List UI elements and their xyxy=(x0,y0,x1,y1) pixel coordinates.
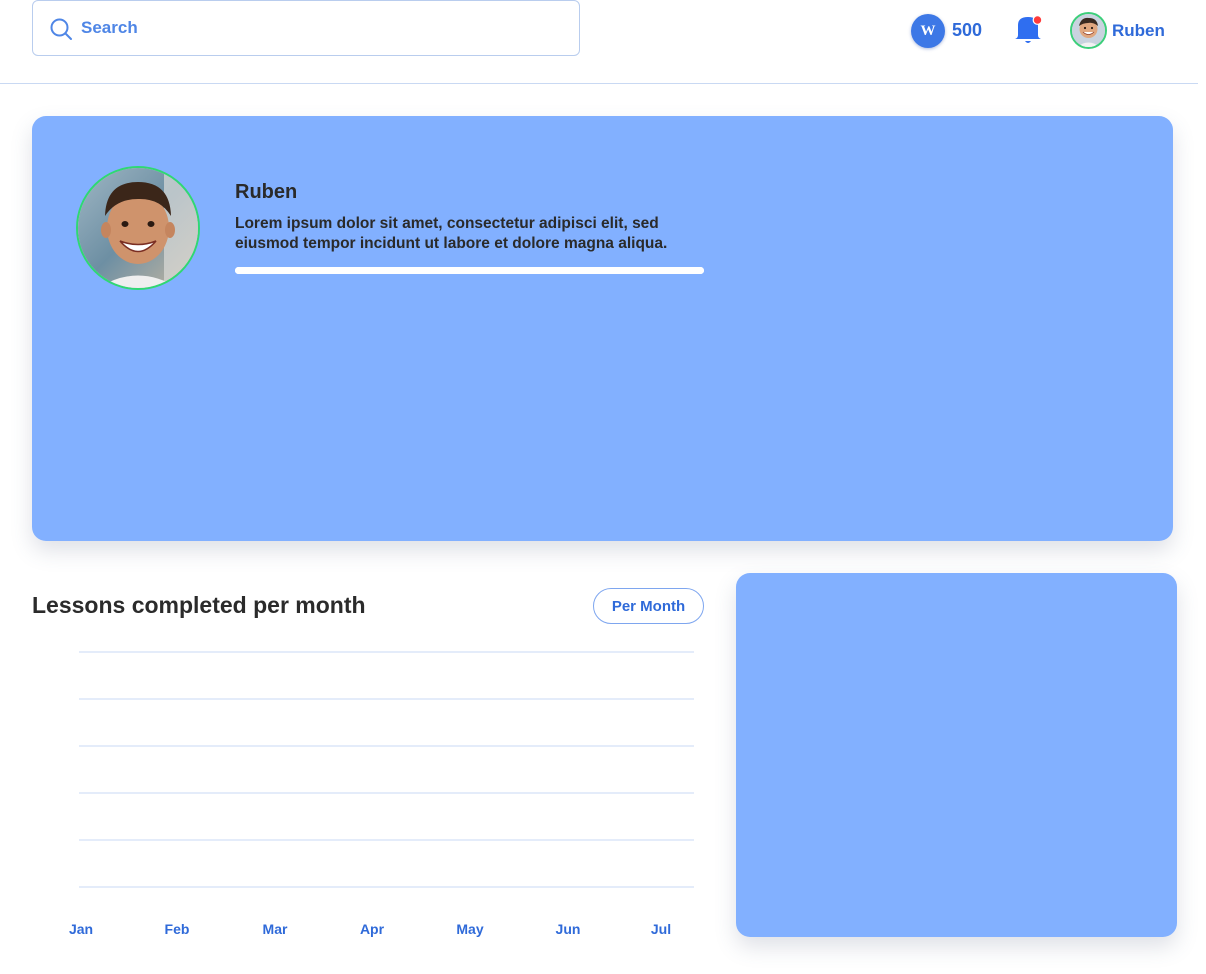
coin-icon: W xyxy=(911,14,945,48)
x-tick-label: Jul xyxy=(651,921,671,937)
user-avatar[interactable] xyxy=(1070,12,1107,49)
notification-bell-icon[interactable] xyxy=(1015,14,1043,46)
profile-progress-bar xyxy=(235,267,704,274)
x-tick-label: Jun xyxy=(556,921,581,937)
chart-title: Lessons completed per month xyxy=(32,592,366,618)
x-tick-label: Jan xyxy=(69,921,93,937)
x-tick-label: Mar xyxy=(263,921,288,937)
search-icon xyxy=(50,18,72,40)
profile-progress-fill xyxy=(235,267,704,274)
notification-dot xyxy=(1032,15,1043,25)
profile-name: Ruben xyxy=(235,181,298,203)
profile-photo xyxy=(78,168,198,288)
side-card xyxy=(736,573,1177,937)
x-tick-label: Feb xyxy=(165,921,190,937)
lessons-chart: Jan Feb Mar Apr May Jun Jul xyxy=(69,651,694,937)
profile-bio-line: Lorem ipsum dolor sit amet, consectetur … xyxy=(235,215,659,232)
profile-avatar xyxy=(76,166,200,290)
header-username[interactable]: Ruben xyxy=(1112,21,1165,41)
x-tick-label: May xyxy=(456,921,483,937)
avatar-photo xyxy=(1072,14,1105,47)
profile-bio: Lorem ipsum dolor sit amet, consectetur … xyxy=(235,214,735,254)
dashboard-page: W 500 Ruben xyxy=(0,0,1206,974)
coin-balance: 500 xyxy=(952,20,983,40)
header-divider xyxy=(0,83,1198,84)
profile-card: Ruben Lorem ipsum dolor sit amet, consec… xyxy=(32,116,1173,541)
period-select-button[interactable]: Per Month xyxy=(593,588,704,624)
profile-bio-line: eiusmod tempor incidunt ut labore et dol… xyxy=(235,235,668,252)
x-tick-label: Apr xyxy=(360,921,385,937)
search-input[interactable] xyxy=(81,15,561,41)
search-bar[interactable] xyxy=(32,0,580,56)
coin-letter: W xyxy=(920,22,936,39)
